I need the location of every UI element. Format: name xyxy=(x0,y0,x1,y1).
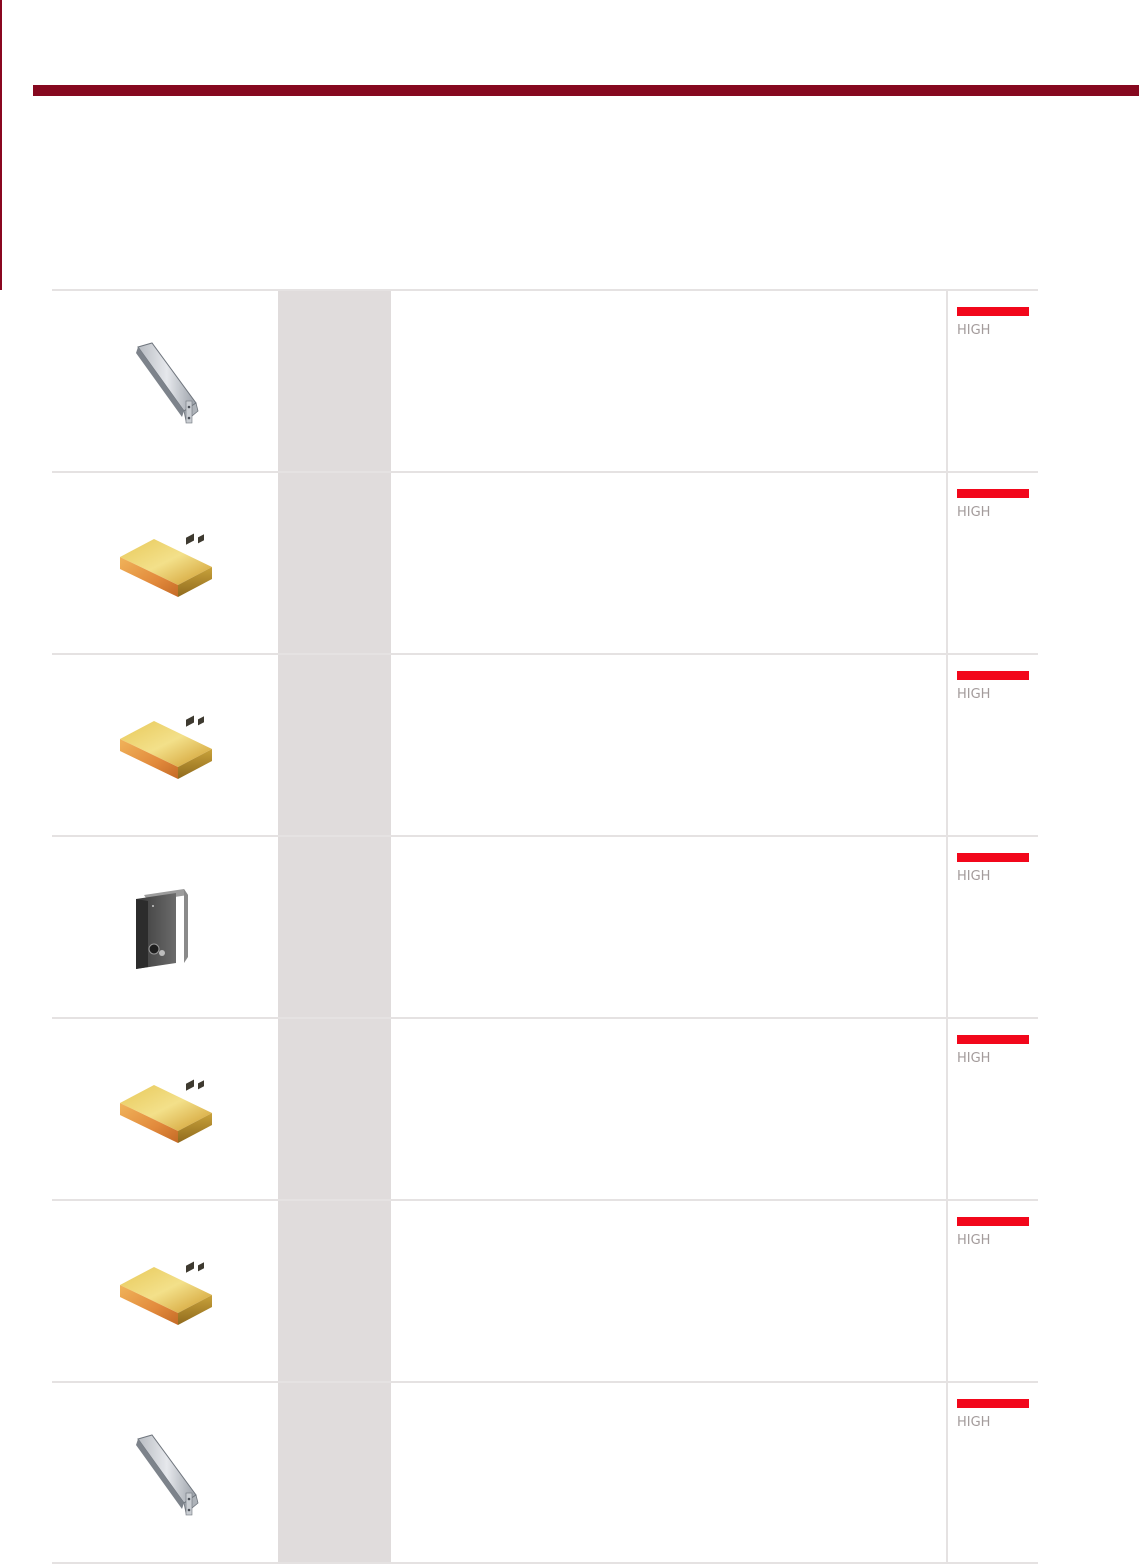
level-label: HIGH xyxy=(957,323,991,338)
code-cell xyxy=(278,1383,391,1562)
level-cell: HIGH xyxy=(946,655,1038,835)
gold-power-supply-icon xyxy=(120,1261,212,1325)
table-row: HIGH xyxy=(52,1017,1038,1199)
left-accent-rule xyxy=(0,0,2,290)
level-label: HIGH xyxy=(957,687,991,702)
product-image-cell xyxy=(52,291,278,471)
gold-power-supply-icon xyxy=(120,533,212,597)
table-row: HIGH xyxy=(52,835,1038,1017)
product-table: HIGH HIGH HIGH HIGH HIGH HIGH HIGH xyxy=(52,289,1038,1564)
code-cell xyxy=(278,473,391,653)
table-row: HIGH xyxy=(52,653,1038,835)
level-label: HIGH xyxy=(957,869,991,884)
level-cell: HIGH xyxy=(946,291,1038,471)
table-row: HIGH xyxy=(52,471,1038,653)
level-cell: HIGH xyxy=(946,1019,1038,1199)
level-label: HIGH xyxy=(957,1233,991,1248)
rack-module-icon xyxy=(136,342,199,424)
level-bar xyxy=(957,853,1029,862)
description-cell xyxy=(391,655,946,835)
level-cell: HIGH xyxy=(946,1383,1038,1562)
level-label: HIGH xyxy=(957,1415,991,1430)
code-cell xyxy=(278,655,391,835)
level-bar xyxy=(957,1217,1029,1226)
level-bar xyxy=(957,489,1029,498)
gold-power-supply-icon xyxy=(120,1079,212,1143)
level-label: HIGH xyxy=(957,1051,991,1066)
table-row: HIGH xyxy=(52,289,1038,471)
description-cell xyxy=(391,473,946,653)
product-image-cell xyxy=(52,655,278,835)
product-image-cell xyxy=(52,473,278,653)
product-image-cell xyxy=(52,1383,278,1562)
product-image-cell xyxy=(52,1201,278,1381)
header-bar xyxy=(33,85,1139,96)
gold-power-supply-icon xyxy=(120,715,212,779)
level-bar xyxy=(957,307,1029,316)
grey-enclosure-icon xyxy=(136,889,188,969)
description-cell xyxy=(391,291,946,471)
level-cell: HIGH xyxy=(946,1201,1038,1381)
description-cell xyxy=(391,837,946,1017)
code-cell xyxy=(278,837,391,1017)
level-cell: HIGH xyxy=(946,837,1038,1017)
product-image-cell xyxy=(52,1019,278,1199)
description-cell xyxy=(391,1019,946,1199)
table-row: HIGH xyxy=(52,1199,1038,1381)
code-cell xyxy=(278,1201,391,1381)
description-cell xyxy=(391,1201,946,1381)
description-cell xyxy=(391,1383,946,1562)
level-cell: HIGH xyxy=(946,473,1038,653)
level-bar xyxy=(957,671,1029,680)
code-cell xyxy=(278,291,391,471)
level-bar xyxy=(957,1399,1029,1408)
product-image-cell xyxy=(52,837,278,1017)
level-label: HIGH xyxy=(957,505,991,520)
rack-module-icon xyxy=(136,1434,199,1516)
level-bar xyxy=(957,1035,1029,1044)
code-cell xyxy=(278,1019,391,1199)
table-row: HIGH xyxy=(52,1381,1038,1564)
